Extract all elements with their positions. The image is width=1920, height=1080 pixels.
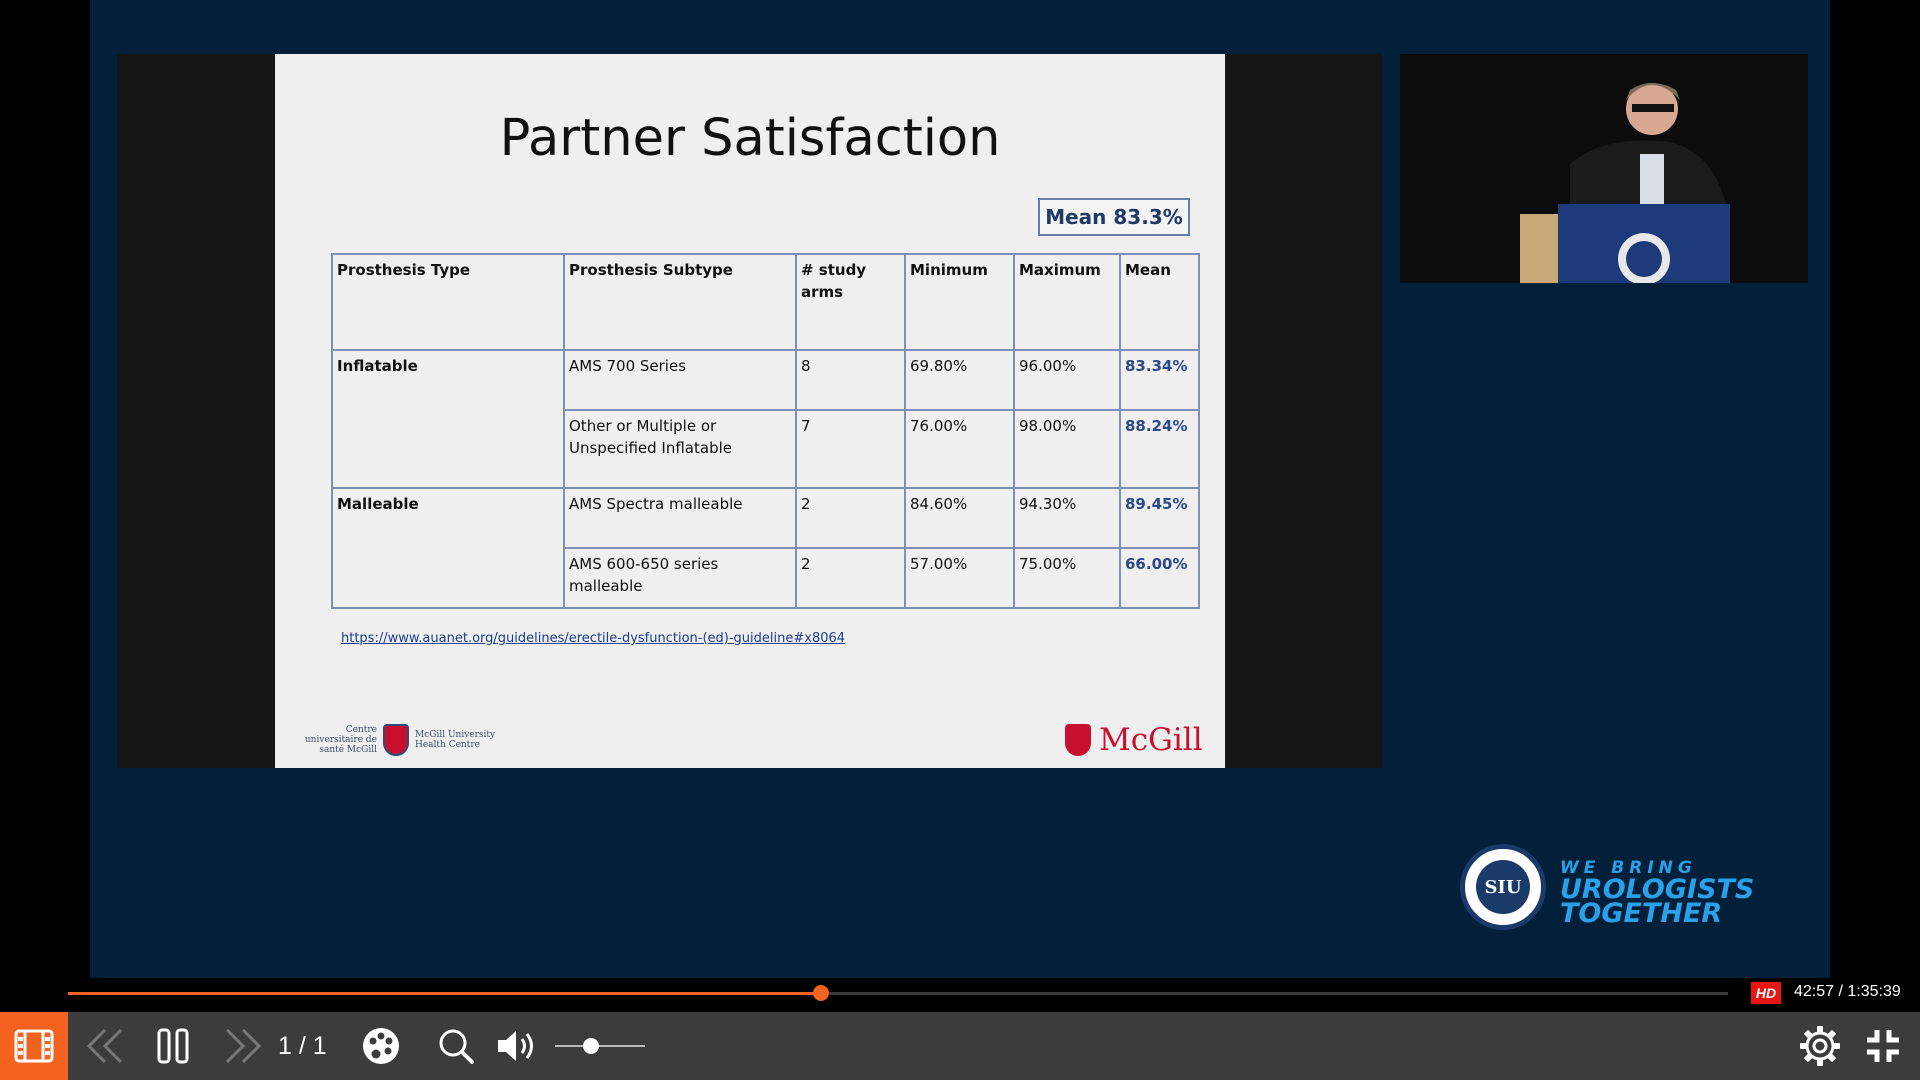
table-header: Prosthesis Subtype bbox=[563, 253, 797, 351]
table-row: Inflatable AMS 700 Series 8 69.80% 96.00… bbox=[331, 349, 1200, 489]
prosthesis-type-cell: Inflatable bbox=[331, 349, 565, 489]
presentation-slide: Partner Satisfaction Mean 83.3% Prosthes… bbox=[275, 54, 1225, 768]
maximum-cell: 75.00% bbox=[1013, 547, 1121, 609]
theme-button[interactable] bbox=[358, 1024, 404, 1068]
previous-button[interactable] bbox=[80, 1024, 130, 1068]
page-indicator: 1 / 1 bbox=[278, 1032, 327, 1060]
search-icon bbox=[439, 1029, 474, 1064]
previous-icon bbox=[86, 1028, 123, 1064]
muhc-logo-english-text: McGill University Health Centre bbox=[415, 730, 496, 750]
reference-link[interactable]: https://www.auanet.org/guidelines/erecti… bbox=[341, 631, 845, 646]
muhc-logo-french-text: Centre universitaire de santé McGill bbox=[304, 725, 377, 755]
maximum-cell: 94.30% bbox=[1013, 487, 1121, 549]
volume-slider[interactable] bbox=[555, 1045, 645, 1047]
volume-icon bbox=[498, 1031, 533, 1061]
mean-cell: 89.45% bbox=[1119, 487, 1200, 549]
time-display: 42:57 / 1:35:39 bbox=[1794, 983, 1901, 1000]
volume-button[interactable] bbox=[494, 1024, 540, 1068]
settings-button[interactable] bbox=[1796, 1024, 1844, 1068]
mean-badge: Mean 83.3% bbox=[1038, 198, 1190, 236]
minimum-cell: 76.00% bbox=[904, 409, 1015, 489]
progress-handle[interactable] bbox=[812, 985, 829, 1001]
siu-tagline: WE BRING UROLOGISTS TOGETHER bbox=[1560, 858, 1754, 929]
siu-logo-text: SIU bbox=[1476, 860, 1530, 914]
table-row: Malleable AMS Spectra malleable 2 84.60%… bbox=[331, 487, 1200, 609]
table-header: Mean bbox=[1119, 253, 1200, 351]
speaker-figure bbox=[1520, 83, 1730, 283]
arms-cell: 7 bbox=[795, 409, 906, 489]
satisfaction-table: Prosthesis Type Prosthesis Subtype # stu… bbox=[331, 253, 1200, 609]
subtype-cell: AMS 600-650 series malleable bbox=[563, 547, 797, 609]
progress-fill bbox=[68, 992, 821, 995]
table-header: Minimum bbox=[904, 253, 1015, 351]
hd-quality-badge[interactable]: HD bbox=[1751, 982, 1781, 1004]
arms-cell: 8 bbox=[795, 349, 906, 411]
subtype-cell: AMS 700 Series bbox=[563, 349, 797, 411]
next-icon bbox=[225, 1028, 262, 1064]
muhc-shield-icon bbox=[383, 724, 409, 756]
maximum-cell: 98.00% bbox=[1013, 409, 1121, 489]
progress-bar[interactable] bbox=[68, 985, 1728, 1001]
pause-button[interactable] bbox=[150, 1024, 196, 1068]
table-header: Maximum bbox=[1013, 253, 1121, 351]
maximum-cell: 96.00% bbox=[1013, 349, 1121, 411]
volume-slider-handle[interactable] bbox=[583, 1038, 599, 1054]
prosthesis-type-cell: Malleable bbox=[331, 487, 565, 609]
siu-logo: SIU bbox=[1460, 844, 1546, 930]
exit-fullscreen-button[interactable] bbox=[1860, 1024, 1906, 1068]
exit-fullscreen-icon bbox=[1867, 1030, 1899, 1062]
minimum-cell: 57.00% bbox=[904, 547, 1015, 609]
table-header: # study arms bbox=[795, 253, 906, 351]
muhc-logo: Centre universitaire de santé McGill McG… bbox=[285, 724, 507, 756]
palette-icon bbox=[363, 1028, 399, 1064]
minimum-cell: 69.80% bbox=[904, 349, 1015, 411]
slide-title: Partner Satisfaction bbox=[499, 109, 1001, 168]
subtype-cell: AMS Spectra malleable bbox=[563, 487, 797, 549]
mean-cell: 66.00% bbox=[1119, 547, 1200, 609]
player-control-bar: 1 / 1 bbox=[0, 1012, 1920, 1080]
settings-icon bbox=[1800, 1026, 1840, 1066]
arms-cell: 2 bbox=[795, 487, 906, 549]
arms-cell: 2 bbox=[795, 547, 906, 609]
search-button[interactable] bbox=[434, 1024, 478, 1068]
speaker-video bbox=[1400, 54, 1808, 283]
pause-icon bbox=[157, 1028, 189, 1064]
slides-button[interactable] bbox=[0, 1012, 68, 1080]
mean-cell: 88.24% bbox=[1119, 409, 1200, 489]
mcgill-shield-icon bbox=[1065, 724, 1091, 756]
table-header: Prosthesis Type bbox=[331, 253, 565, 351]
mean-cell: 83.34% bbox=[1119, 349, 1200, 411]
table-header-row: Prosthesis Type Prosthesis Subtype # stu… bbox=[331, 253, 1200, 351]
mcgill-wordmark: McGill bbox=[1099, 722, 1203, 758]
tagline-line: TOGETHER bbox=[1560, 898, 1723, 929]
next-button[interactable] bbox=[218, 1024, 268, 1068]
slides-icon bbox=[14, 1029, 54, 1063]
minimum-cell: 84.60% bbox=[904, 487, 1015, 549]
mcgill-logo: McGill bbox=[1065, 722, 1203, 758]
subtype-cell: Other or Multiple or Unspecified Inflata… bbox=[563, 409, 797, 489]
